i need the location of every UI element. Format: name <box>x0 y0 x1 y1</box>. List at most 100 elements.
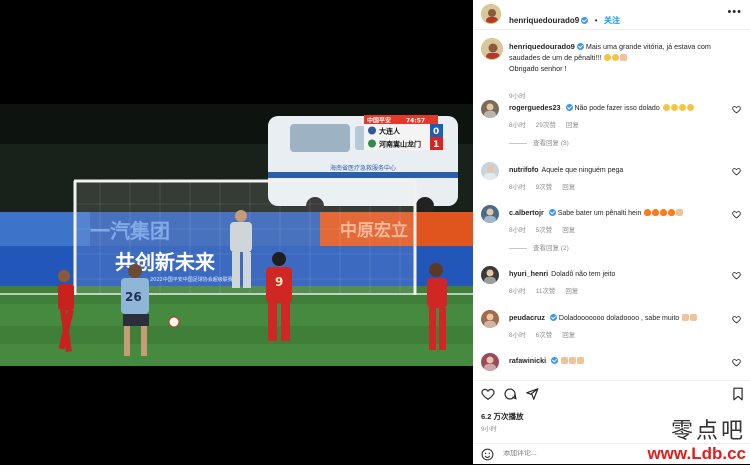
reply-button[interactable]: 回复 <box>565 288 578 295</box>
emoji-icon <box>682 314 690 321</box>
caption-username[interactable]: henriquedourado9 <box>509 42 575 51</box>
comment-text: nutrifofo Aquele que ninguém pega <box>509 165 709 176</box>
emoji-icon <box>676 209 684 216</box>
post-header: henriquedourado9 • 关注 ••• <box>473 0 750 30</box>
van-text: 海南省医疗急救服务中心 <box>330 164 396 172</box>
player-number-9: 9 <box>275 275 283 289</box>
emoji-icon <box>660 209 668 216</box>
avatar-image <box>484 269 496 284</box>
scoreboard-score2: 1 <box>433 140 439 150</box>
emoji-icon <box>652 209 660 216</box>
comment-text: rafawinicki <box>509 356 709 367</box>
emoji-icon <box>686 104 694 111</box>
post-side-panel: henriquedourado9 • 关注 ••• henriquedourad… <box>473 0 750 464</box>
comment-time: 8小时 <box>509 288 526 295</box>
comment-heart-icon[interactable] <box>732 315 741 324</box>
heart-icon[interactable] <box>481 387 495 401</box>
verified-badge-icon <box>549 314 557 321</box>
view-replies-button[interactable]: 查看回复 (3) <box>509 137 569 147</box>
comment-icon[interactable] <box>503 387 517 401</box>
media-panel: 海南省医疗急救服务中心 一汽集团 中原宏立 共创新未来 2022中国平安中国足球… <box>0 0 473 464</box>
avatar-image <box>484 165 496 180</box>
video-player[interactable]: 海南省医疗急救服务中心 一汽集团 中原宏立 共创新未来 2022中国平安中国足球… <box>0 104 473 366</box>
commenter-avatar[interactable] <box>481 162 499 180</box>
reply-button[interactable]: 回复 <box>562 227 575 234</box>
comment-likes[interactable]: 29次赞 <box>536 122 556 129</box>
more-horizontal-icon[interactable]: ••• <box>727 6 742 18</box>
comment-body: Sabe bater um pênalti hein <box>557 210 642 217</box>
commenter-avatar[interactable] <box>481 310 499 328</box>
comment-text: rogerguedes23 Não pode fazer isso dolado <box>509 103 709 114</box>
commenter-avatar[interactable] <box>481 266 499 284</box>
comment-text: c.albertojr Sabe bater um pênalti hein <box>509 208 709 219</box>
comment-meta: 8小时 11次赞 回复 <box>509 285 588 295</box>
emoji-icon <box>668 209 676 216</box>
emoji-icon <box>569 357 577 364</box>
reply-button[interactable]: 回复 <box>562 184 575 191</box>
reply-button[interactable]: 回复 <box>562 332 575 339</box>
caption-avatar[interactable] <box>481 38 503 60</box>
avatar-image <box>484 208 496 223</box>
add-comment-input[interactable] <box>503 450 643 457</box>
commenter-username[interactable]: peudacruz <box>509 313 545 322</box>
comment-body: Não pode fazer isso dolado <box>574 105 660 112</box>
author-avatar[interactable] <box>481 4 501 24</box>
verified-badge-icon <box>548 209 556 216</box>
emoji-icon <box>620 54 628 61</box>
comment-time: 8小时 <box>509 227 526 234</box>
comment-body: Aquele que ninguém pega <box>541 167 624 174</box>
instagram-post-viewer: 海南省医疗急救服务中心 一汽集团 中原宏立 共创新未来 2022中国平安中国足球… <box>0 0 750 464</box>
scoreboard-team1: 大连人 <box>379 127 401 136</box>
view-count[interactable]: 6.2 万次播放 <box>481 411 524 422</box>
comment-likes[interactable]: 11次赞 <box>536 288 556 295</box>
emoji-icon <box>561 357 569 364</box>
emoji-icon <box>644 209 652 216</box>
avatar-image <box>482 5 500 23</box>
emoji-icon <box>678 104 686 111</box>
bookmark-icon[interactable] <box>731 387 745 401</box>
emoji-icon <box>612 54 620 61</box>
avatar-image <box>484 313 496 328</box>
comment-text: peudacruz Doladooooooo doladoooo , sabe … <box>509 313 709 324</box>
commenter-avatar[interactable] <box>481 353 499 371</box>
comment-heart-icon[interactable] <box>732 271 741 280</box>
comment-heart-icon[interactable] <box>732 105 741 114</box>
comment-heart-icon[interactable] <box>732 167 741 176</box>
emoji-icon <box>662 104 670 111</box>
comment-text: hyuri_henri Doladô não tem jeito <box>509 269 709 280</box>
commenter-avatar[interactable] <box>481 100 499 118</box>
ball <box>168 316 180 328</box>
author-username[interactable]: henriquedourado9 <box>509 16 579 25</box>
avatar-image <box>484 356 496 371</box>
avatar-image <box>482 39 502 59</box>
share-icon[interactable] <box>525 387 539 401</box>
comment-body: Doladooooooo doladoooo , sabe muito <box>558 315 680 322</box>
commenter-username[interactable]: nutrifofo <box>509 165 539 174</box>
post-time: 9小时 <box>481 426 497 433</box>
verified-badge-icon <box>565 104 573 111</box>
comment-meta: 8小时 6次赞 回复 <box>509 329 585 339</box>
comments-scroll-area[interactable]: henriquedourado9 Mais uma grande vitória… <box>473 30 750 380</box>
comment-heart-icon[interactable] <box>732 210 741 219</box>
commenter-username[interactable]: rogerguedes23 <box>509 103 561 112</box>
comment-likes[interactable]: 5次赞 <box>536 227 553 234</box>
comment-time: 8小时 <box>509 332 526 339</box>
commenter-avatar[interactable] <box>481 205 499 223</box>
comment-likes[interactable]: 9次赞 <box>536 184 553 191</box>
reply-button[interactable]: 回复 <box>566 122 579 129</box>
view-replies-button[interactable]: 查看回复 (2) <box>509 242 569 252</box>
commenter-username[interactable]: c.albertojr <box>509 208 544 217</box>
follow-button[interactable]: 关注 <box>604 16 620 25</box>
comment-time: 8小时 <box>509 122 526 129</box>
comment-body: Doladô não tem jeito <box>551 271 616 278</box>
commenter-username[interactable]: hyuri_henri <box>509 269 548 278</box>
emoji-icon <box>577 357 585 364</box>
commenter-username[interactable]: rafawinicki <box>509 356 546 365</box>
comment-heart-icon[interactable] <box>732 358 741 367</box>
comment-meta: 8小时 5次赞 回复 <box>509 224 585 234</box>
scoreboard: 中国平安 74:57 大连人 0 河南嵩山龙门 1 <box>364 115 443 150</box>
emoji-picker-icon[interactable] <box>481 448 494 461</box>
watermark-cn: 零点吧 <box>670 419 746 444</box>
emoji-icon <box>670 104 678 111</box>
comment-likes[interactable]: 6次赞 <box>536 332 553 339</box>
